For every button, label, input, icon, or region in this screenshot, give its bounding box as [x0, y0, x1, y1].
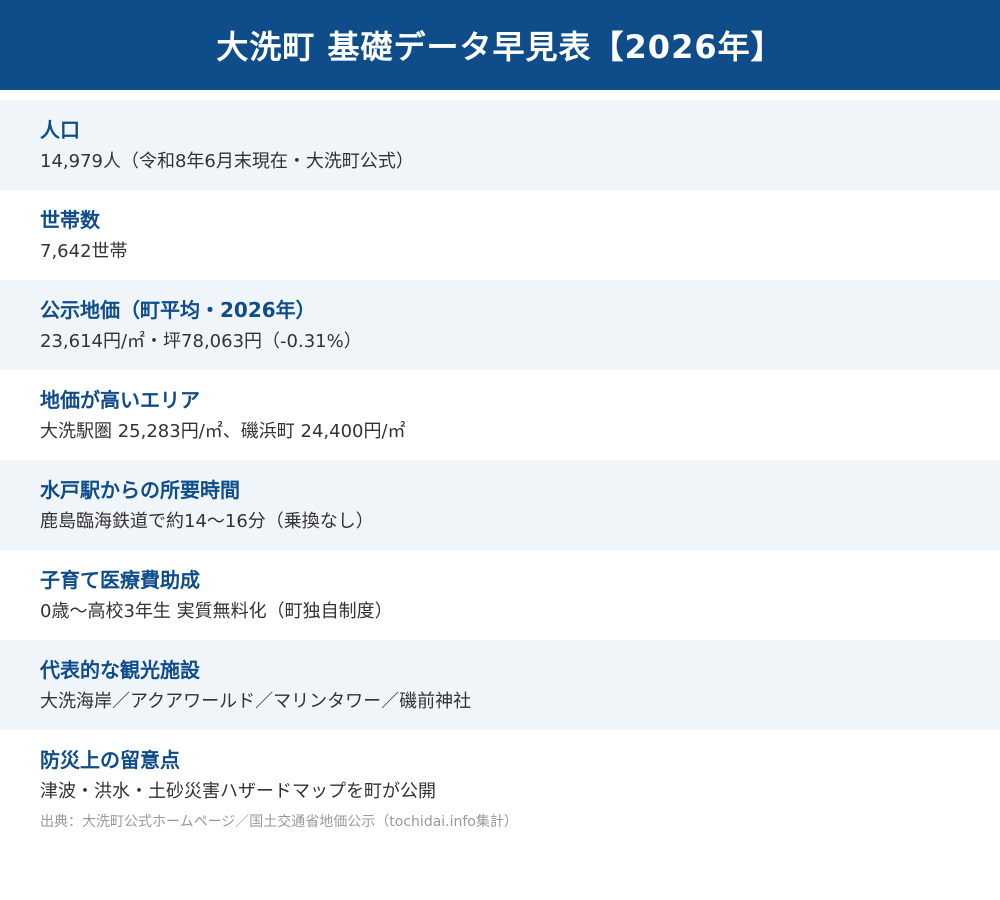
header-banner: 大洗町 基礎データ早見表【2026年】 — [0, 0, 1000, 90]
row-childcare-support: 子育て医療費助成 0歳〜高校3年生 実質無料化（町独自制度） — [0, 550, 1000, 640]
row-value: 大洗海岸／アクアワールド／マリンタワー／磯前神社 — [40, 691, 472, 712]
row-households: 世帯数 7,642世帯 — [0, 190, 1000, 280]
row-high-price-areas: 地価が高いエリア 大洗駅圏 25,283円/㎡、磯浜町 24,400円/㎡ — [0, 370, 1000, 460]
row-label: 地価が高いエリア — [40, 388, 200, 412]
data-table: 人口 14,979人（令和8年6月末現在・大洗町公式） 世帯数 7,642世帯 … — [0, 100, 1000, 836]
row-value: 津波・洪水・土砂災害ハザードマップを町が公開 — [40, 781, 436, 802]
row-label: 防災上の留意点 — [40, 748, 180, 772]
row-value: 23,614円/㎡・坪78,063円（-0.31%） — [40, 331, 362, 352]
row-land-price: 公示地価（町平均・2026年） 23,614円/㎡・坪78,063円（-0.31… — [0, 280, 1000, 370]
source-note: 出典：大洗町公式ホームページ／国土交通省地価公示（tochidai.info集計… — [40, 814, 518, 830]
row-label: 人口 — [40, 118, 80, 142]
row-population: 人口 14,979人（令和8年6月末現在・大洗町公式） — [0, 100, 1000, 190]
row-label: 水戸駅からの所要時間 — [40, 478, 240, 502]
row-travel-time: 水戸駅からの所要時間 鹿島臨海鉄道で約14〜16分（乗換なし） — [0, 460, 1000, 550]
row-value: 14,979人（令和8年6月末現在・大洗町公式） — [40, 151, 414, 172]
row-tourist-spots: 代表的な観光施設 大洗海岸／アクアワールド／マリンタワー／磯前神社 — [0, 640, 1000, 730]
row-value: 鹿島臨海鉄道で約14〜16分（乗換なし） — [40, 511, 374, 532]
row-label: 代表的な観光施設 — [40, 658, 200, 682]
row-value: 大洗駅圏 25,283円/㎡、磯浜町 24,400円/㎡ — [40, 421, 406, 442]
row-label: 公示地価（町平均・2026年） — [40, 298, 316, 322]
row-value: 0歳〜高校3年生 実質無料化（町独自制度） — [40, 601, 393, 622]
row-value: 7,642世帯 — [40, 241, 128, 262]
page-title: 大洗町 基礎データ早見表【2026年】 — [216, 28, 784, 66]
row-label: 子育て医療費助成 — [40, 568, 200, 592]
row-disaster-notes: 防災上の留意点 津波・洪水・土砂災害ハザードマップを町が公開 出典：大洗町公式ホ… — [0, 730, 1000, 836]
row-label: 世帯数 — [40, 208, 100, 232]
